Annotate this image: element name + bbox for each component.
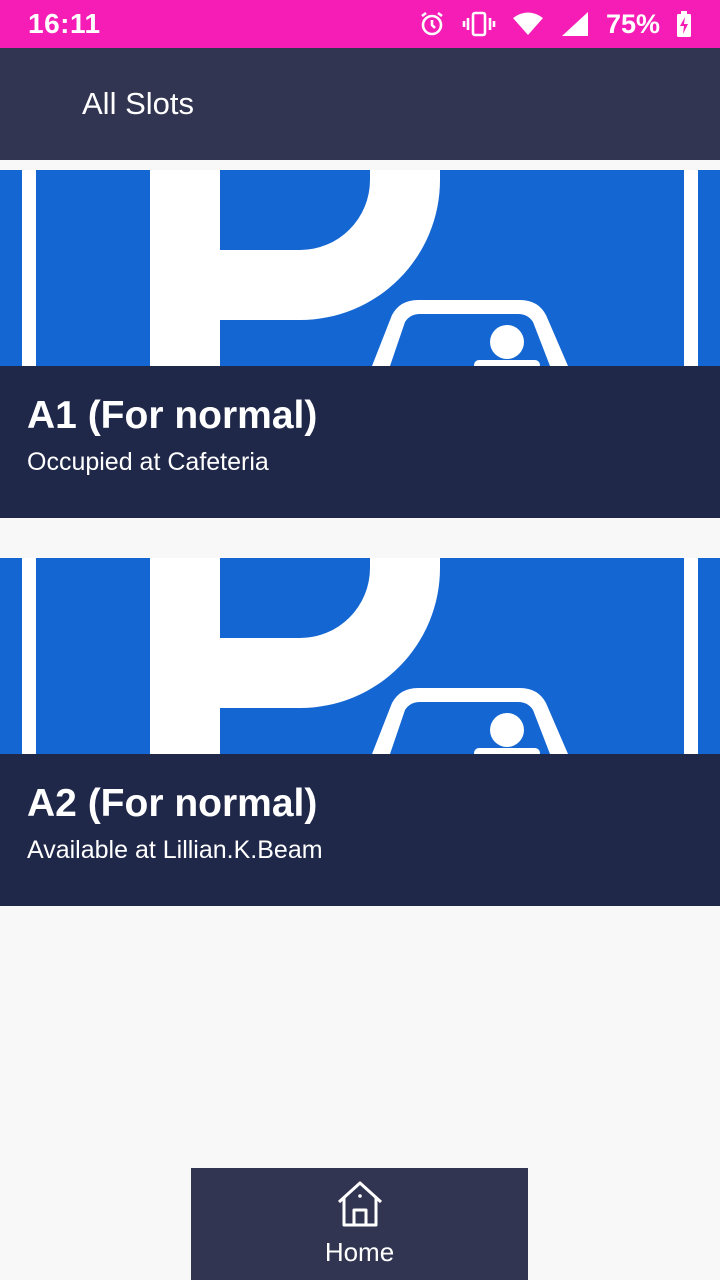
- home-button[interactable]: Home: [191, 1168, 528, 1280]
- signal-icon: [560, 10, 590, 38]
- status-time: 16:11: [28, 8, 101, 39]
- parking-sign-icon: [0, 170, 720, 366]
- slot-card[interactable]: A1 (For normal) Occupied at Cafeteria: [0, 170, 720, 518]
- status-icons: 75%: [418, 9, 692, 40]
- slot-info: A1 (For normal) Occupied at Cafeteria: [27, 388, 317, 480]
- alarm-icon: [418, 10, 446, 38]
- battery-percent: 75%: [605, 8, 660, 39]
- wifi-icon: [512, 10, 544, 38]
- slot-info: A2 (For normal) Available at Lillian.K.B…: [27, 776, 323, 868]
- status-bar: 16:11 75%: [0, 0, 720, 48]
- vibrate-icon: [462, 10, 496, 38]
- home-label: Home: [324, 1237, 395, 1267]
- app-bar: All Slots: [0, 48, 720, 160]
- page-title: All Slots: [82, 86, 194, 121]
- slot-title: A2 (For normal): [27, 782, 318, 825]
- slot-title: A1 (For normal): [27, 394, 318, 437]
- slot-status: Available at Lillian.K.Beam: [27, 836, 323, 864]
- battery-charging-icon: [676, 10, 692, 38]
- home-icon: [335, 1180, 385, 1233]
- slot-card[interactable]: A2 (For normal) Available at Lillian.K.B…: [0, 558, 720, 906]
- parking-sign-icon: [0, 558, 720, 754]
- slot-status: Occupied at Cafeteria: [27, 448, 269, 476]
